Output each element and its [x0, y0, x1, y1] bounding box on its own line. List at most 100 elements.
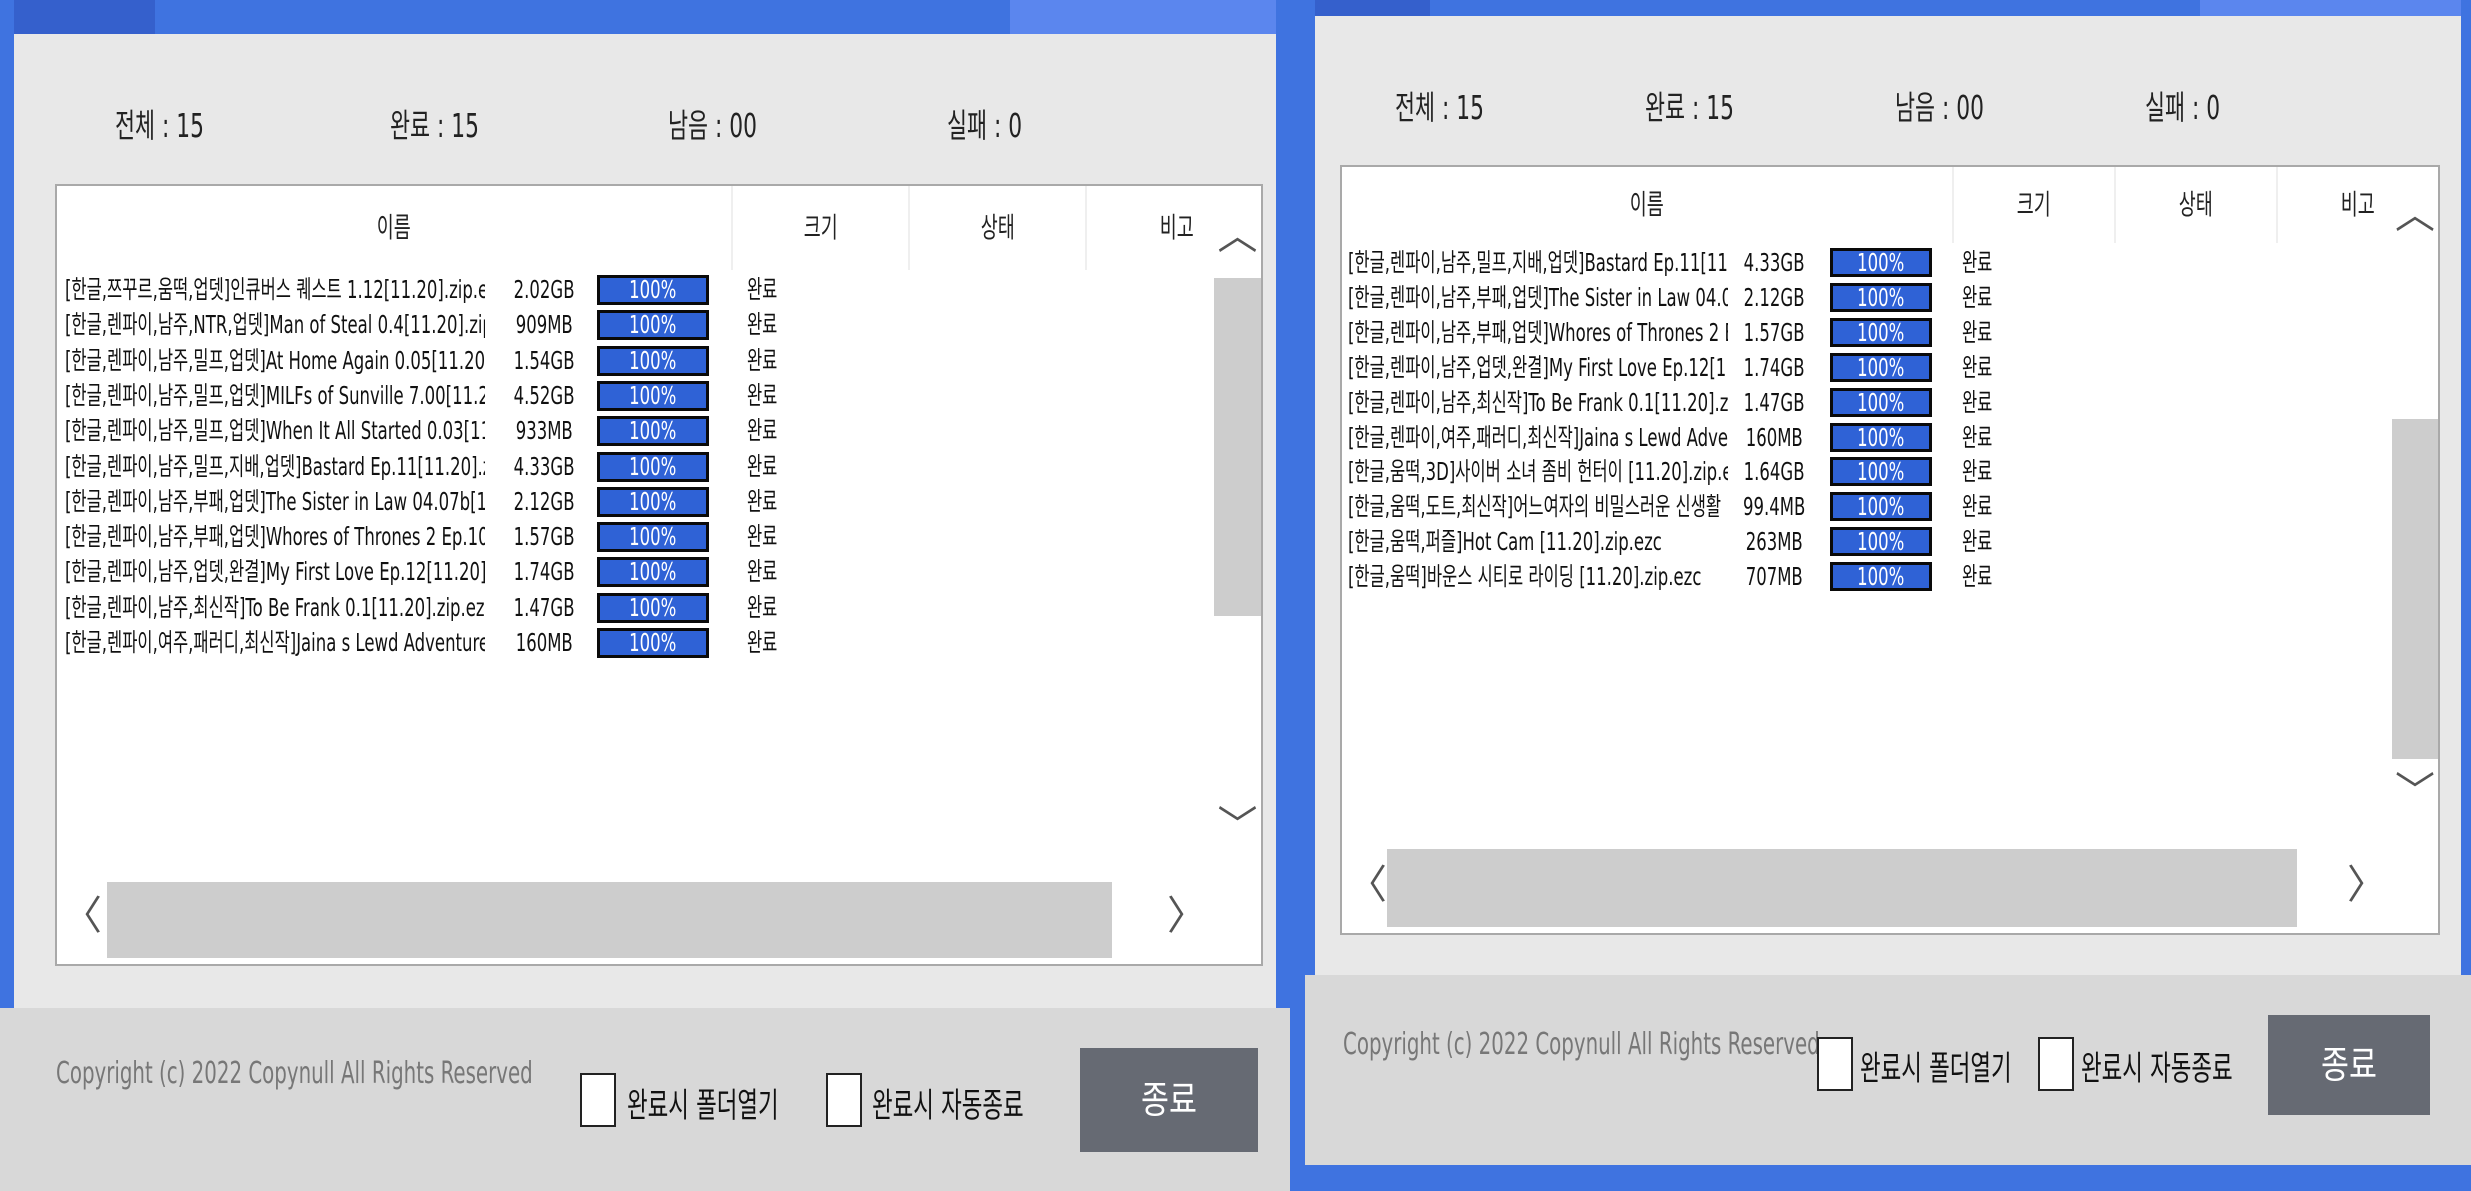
file-list[interactable]: 이름 크기 상태 비고 [한글,쯔꾸르,움떡,업뎃]인큐버스 퀘스트 1.12[… — [57, 186, 1214, 876]
file-note: 완료 — [747, 416, 778, 446]
column-header-name[interactable]: 이름 — [57, 186, 731, 270]
list-item[interactable]: [한글,쯔꾸르,움떡,업뎃]인큐버스 퀘스트 1.12[11.20].zip.e… — [57, 272, 1214, 307]
progress-label: 100% — [1857, 352, 1905, 382]
footer-bar: Copyright (c) 2022 Copynull All Rights R… — [0, 1008, 1290, 1191]
stat-done: 완료 : 15 — [1645, 88, 1734, 127]
list-item[interactable]: [한글,렌파이,남주,부패,업뎃]The Sister in Law 04.07… — [57, 484, 1214, 519]
progress-label: 100% — [1857, 422, 1905, 452]
exit-button[interactable]: 종료 — [2268, 1015, 2430, 1115]
progress-label: 100% — [629, 557, 677, 587]
progress-bar: 100% — [1830, 457, 1932, 487]
file-name: [한글,렌파이,여주,패러디,최신작]Jaina s Lewd Adventur… — [1348, 422, 1728, 452]
file-size: 1.47GB — [1743, 387, 1805, 417]
file-name: [한글,움떡,도트,최신작]어느여자의 비밀스러운 신생활 1.00[11. — [1348, 492, 1728, 522]
progress-bar: 100% — [1830, 317, 1932, 347]
open-folder-label: 완료시 폴더열기 — [627, 1086, 779, 1126]
progress-label: 100% — [1857, 562, 1905, 592]
list-item[interactable]: [한글,렌파이,남주,최신작]To Be Frank 0.1[11.20].zi… — [1342, 385, 2392, 420]
progress-bar: 100% — [1830, 562, 1932, 592]
list-item[interactable]: [한글,움떡,퍼즐]Hot Cam [11.20].zip.ezc 263MB 10… — [1342, 524, 2392, 559]
list-item[interactable]: [한글,렌파이,남주,부패,업뎃]The Sister in Law 04.07… — [1342, 280, 2392, 315]
file-name: [한글,렌파이,남주,밀프,지배,업뎃]Bastard Ep.11[11.20]… — [1348, 248, 1728, 277]
progress-bar: 100% — [1830, 248, 1932, 277]
vertical-scroll-thumb[interactable] — [1214, 278, 1261, 616]
file-name: [한글,렌파이,여주,패러디,최신작]Jaina s Lewd Adventur… — [65, 628, 485, 657]
horizontal-scroll-thumb[interactable] — [107, 882, 1112, 958]
list-item[interactable]: [한글,렌파이,남주,밀프,업뎃]At Home Again 0.05[11.2… — [57, 343, 1214, 378]
scroll-up-icon[interactable]: ︿ — [2392, 195, 2438, 235]
file-size: 99.4MB — [1742, 492, 1806, 522]
horizontal-scrollbar[interactable]: 〈 〉 — [57, 876, 1261, 964]
list-header: 이름 크기 상태 비고 — [57, 186, 1214, 270]
open-folder-checkbox[interactable] — [580, 1073, 616, 1127]
open-folder-checkbox[interactable] — [1817, 1037, 1853, 1091]
list-item[interactable]: [한글,렌파이,남주,밀프,업뎃]MILFs of Sunville 7.00[… — [57, 378, 1214, 413]
scroll-left-icon[interactable]: 〈 — [62, 896, 102, 936]
list-item[interactable]: [한글,렌파이,남주,부패,업뎃]Whores of Thrones 2 Ep.… — [57, 519, 1214, 554]
footer-bar: Copyright (c) 2022 Copynull All Rights R… — [1305, 975, 2471, 1165]
file-note: 완료 — [1962, 282, 1993, 312]
scroll-right-icon[interactable]: 〉 — [2347, 865, 2387, 905]
file-size: 1.57GB — [513, 522, 575, 552]
progress-bar: 100% — [1830, 282, 1932, 312]
file-list[interactable]: 이름 크기 상태 비고 [한글,렌파이,남주,밀프,지배,업뎃]Bastard … — [1342, 167, 2392, 843]
list-item[interactable]: [한글,렌파이,남주,부패,업뎃]Whores of Thrones 2 Ep.… — [1342, 315, 2392, 350]
scroll-down-icon[interactable]: ﹀ — [2392, 772, 2438, 812]
download-window-left: 전체 : 15 완료 : 15 남음 : 00 실패 : 0 이름 크기 상태 … — [0, 0, 1290, 1191]
list-item[interactable]: [한글,움떡,도트,최신작]어느여자의 비밀스러운 신생활 1.00[11. 99… — [1342, 489, 2392, 524]
progress-bar: 100% — [597, 345, 709, 376]
vertical-scrollbar[interactable]: ︿ ﹀ — [2392, 167, 2438, 843]
exit-button[interactable]: 종료 — [1080, 1048, 1258, 1152]
file-name: [한글,렌파이,남주,NTR,업뎃]Man of Steal 0.4[11.20… — [65, 310, 485, 340]
list-item[interactable]: [한글,렌파이,여주,패러디,최신작]Jaina s Lewd Adventur… — [1342, 420, 2392, 455]
file-note: 완료 — [1962, 317, 1993, 347]
column-header-size[interactable]: 크기 — [1954, 167, 2114, 243]
list-item[interactable]: [한글,렌파이,여주,패러디,최신작]Jaina s Lewd Adventur… — [57, 625, 1214, 660]
title-bar[interactable] — [0, 0, 1290, 34]
horizontal-scrollbar[interactable]: 〈 〉 — [1342, 843, 2438, 933]
column-header-size[interactable]: 크기 — [733, 186, 908, 270]
list-header: 이름 크기 상태 비고 — [1342, 167, 2392, 243]
auto-exit-checkbox[interactable] — [826, 1073, 862, 1127]
progress-label: 100% — [1857, 457, 1905, 487]
list-item[interactable]: [한글,움떡,3D]사이버 소녀 좀비 헌터이 [11.20].zip.ezc 1… — [1342, 454, 2392, 489]
download-window-right: 전체 : 15 완료 : 15 남음 : 00 실패 : 0 이름 크기 상태 … — [1305, 0, 2471, 1165]
list-item[interactable]: [한글,렌파이,남주,업뎃,완결]My First Love Ep.12[11.… — [1342, 350, 2392, 385]
column-header-note[interactable]: 비고 — [2278, 167, 2392, 243]
file-note: 완료 — [1962, 422, 1993, 452]
column-header-name[interactable]: 이름 — [1342, 167, 1952, 243]
scroll-right-icon[interactable]: 〉 — [1167, 896, 1207, 936]
title-bar[interactable] — [1305, 0, 2471, 16]
scroll-down-icon[interactable]: ﹀ — [1214, 806, 1261, 846]
file-list-panel: 이름 크기 상태 비고 [한글,쯔꾸르,움떡,업뎃]인큐버스 퀘스트 1.12[… — [55, 184, 1263, 966]
file-note: 완료 — [1962, 457, 1993, 487]
list-item[interactable]: [한글,렌파이,남주,업뎃,완결]My First Love Ep.12[11.… — [57, 554, 1214, 589]
list-item[interactable]: [한글,렌파이,남주,NTR,업뎃]Man of Steal 0.4[11.20… — [57, 307, 1214, 342]
list-item[interactable]: [한글,렌파이,남주,밀프,지배,업뎃]Bastard Ep.11[11.20]… — [1342, 245, 2392, 280]
auto-exit-checkbox[interactable] — [2038, 1037, 2074, 1091]
column-header-status[interactable]: 상태 — [2116, 167, 2276, 243]
list-item[interactable]: [한글,렌파이,남주,최신작]To Be Frank 0.1[11.20].zi… — [57, 590, 1214, 625]
list-item[interactable]: [한글,렌파이,남주,밀프,업뎃]When It All Started 0.0… — [57, 413, 1214, 448]
file-size: 933MB — [515, 416, 573, 446]
file-name: [한글,렌파이,남주,업뎃,완결]My First Love Ep.12[11.… — [65, 557, 485, 587]
progress-label: 100% — [629, 592, 677, 622]
file-note: 완료 — [747, 486, 778, 516]
stats-bar: 전체 : 15 완료 : 15 남음 : 00 실패 : 0 — [0, 100, 1290, 152]
horizontal-scroll-thumb[interactable] — [1387, 849, 2297, 927]
column-header-note[interactable]: 비고 — [1087, 186, 1214, 270]
scroll-up-icon[interactable]: ︿ — [1214, 216, 1261, 256]
vertical-scroll-thumb[interactable] — [2392, 419, 2438, 759]
file-size: 4.33GB — [513, 451, 575, 481]
file-size: 707MB — [1745, 562, 1803, 592]
file-note: 완료 — [1962, 562, 1993, 592]
scroll-left-icon[interactable]: 〈 — [1347, 865, 1387, 905]
list-item[interactable]: [한글,움떡]바운스 시티로 라이딩 [11.20].zip.ezc 707MB 1… — [1342, 559, 2392, 594]
progress-label: 100% — [1857, 527, 1905, 557]
vertical-scrollbar[interactable]: ︿ ﹀ — [1214, 186, 1261, 876]
column-header-status[interactable]: 상태 — [910, 186, 1085, 270]
file-note: 완료 — [747, 345, 778, 375]
list-item[interactable]: [한글,렌파이,남주,밀프,지배,업뎃]Bastard Ep.11[11.20]… — [57, 449, 1214, 484]
auto-exit-label: 완료시 자동종료 — [872, 1086, 1024, 1126]
file-note: 완료 — [747, 522, 778, 552]
